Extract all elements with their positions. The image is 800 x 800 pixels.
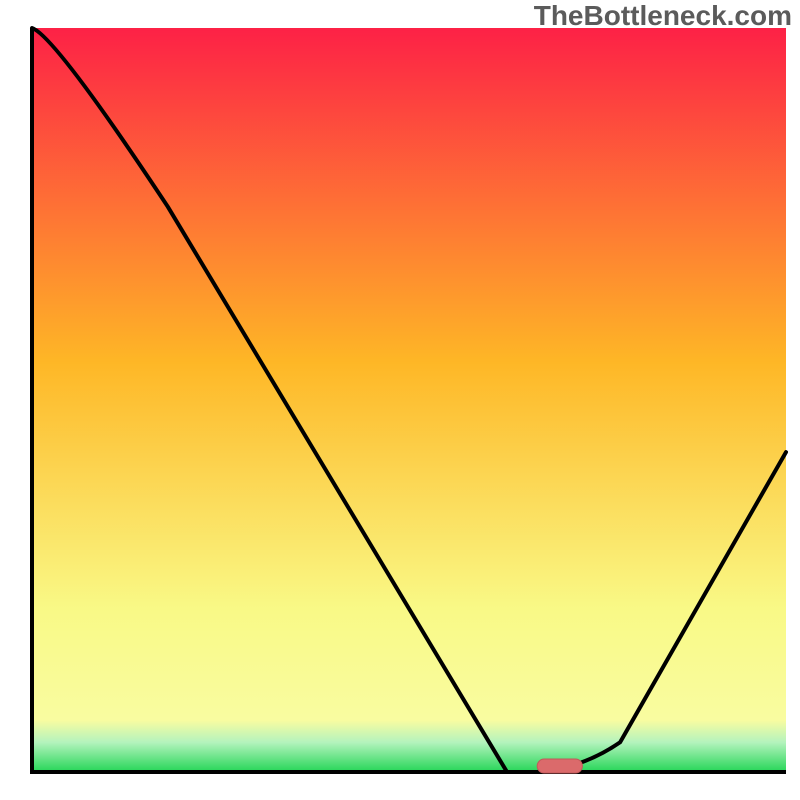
watermark-text: TheBottleneck.com <box>534 0 792 32</box>
frame-bottom <box>0 772 800 800</box>
optimum-marker <box>537 759 582 773</box>
chart-container: { "watermark": "TheBottleneck.com", "col… <box>0 0 800 800</box>
frame-right <box>786 0 800 800</box>
bottleneck-chart <box>0 0 800 800</box>
gradient-background <box>32 28 786 772</box>
frame-left <box>0 0 32 800</box>
